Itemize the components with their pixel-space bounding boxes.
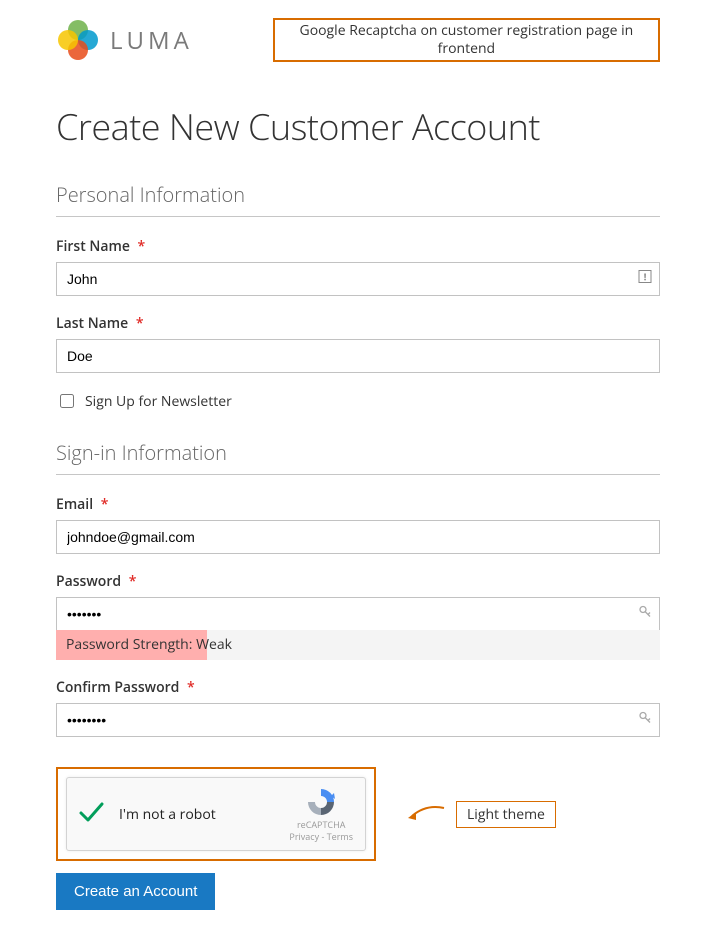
last-name-label: Last Name * [56,314,660,333]
last-name-label-text: Last Name [56,314,128,333]
password-field[interactable] [56,597,660,631]
recaptcha-logo-icon [305,786,337,818]
key-icon [638,711,652,730]
recaptcha-terms-link[interactable]: Terms [327,830,353,843]
confirm-password-label-text: Confirm Password [56,678,179,697]
recaptcha-widget[interactable]: I'm not a robot reCAPTCHA Privacy - Term… [66,777,366,851]
required-marker: * [187,678,195,697]
create-account-button[interactable]: Create an Account [56,873,215,910]
email-label-text: Email [56,495,93,514]
password-label-text: Password [56,572,121,591]
required-marker: * [136,314,144,333]
recaptcha-separator: - [319,830,327,843]
first-name-label-text: First Name [56,237,130,256]
brand-logo[interactable]: LUMA [56,18,193,62]
section-personal-title: Personal Information [56,181,660,217]
required-marker: * [138,237,146,256]
brand-name: LUMA [110,24,193,57]
password-label: Password * [56,572,660,591]
recaptcha-label: I'm not a robot [119,805,289,824]
first-name-input[interactable] [56,262,660,296]
password-strength-prefix: Password Strength: [66,635,196,654]
annotation-side: Light theme [456,801,556,828]
confirm-password-label: Confirm Password * [56,678,660,697]
svg-text:!: ! [644,270,647,284]
email-field[interactable] [56,520,660,554]
section-signin-title: Sign-in Information [56,439,660,475]
newsletter-label: Sign Up for Newsletter [85,392,232,411]
last-name-input[interactable] [56,339,660,373]
required-marker: * [129,572,137,591]
password-strength-value: Weak [196,635,232,654]
recaptcha-privacy-link[interactable]: Privacy [289,830,319,843]
annotation-recaptcha-highlight: I'm not a robot reCAPTCHA Privacy - Term… [56,767,376,861]
first-name-label: First Name * [56,237,660,256]
page-title: Create New Customer Account [56,102,660,151]
recaptcha-checkmark-icon [77,798,103,831]
email-label: Email * [56,495,660,514]
annotation-top: Google Recaptcha on customer registratio… [273,18,660,62]
confirm-password-field[interactable] [56,703,660,737]
annotation-arrow-icon [406,802,446,826]
key-icon [638,605,652,624]
newsletter-checkbox[interactable] [60,394,74,408]
luma-logo-icon [56,18,100,62]
autofill-icon: ! [638,270,652,289]
required-marker: * [101,495,109,514]
password-strength-meter: Password Strength: Weak [56,630,660,660]
